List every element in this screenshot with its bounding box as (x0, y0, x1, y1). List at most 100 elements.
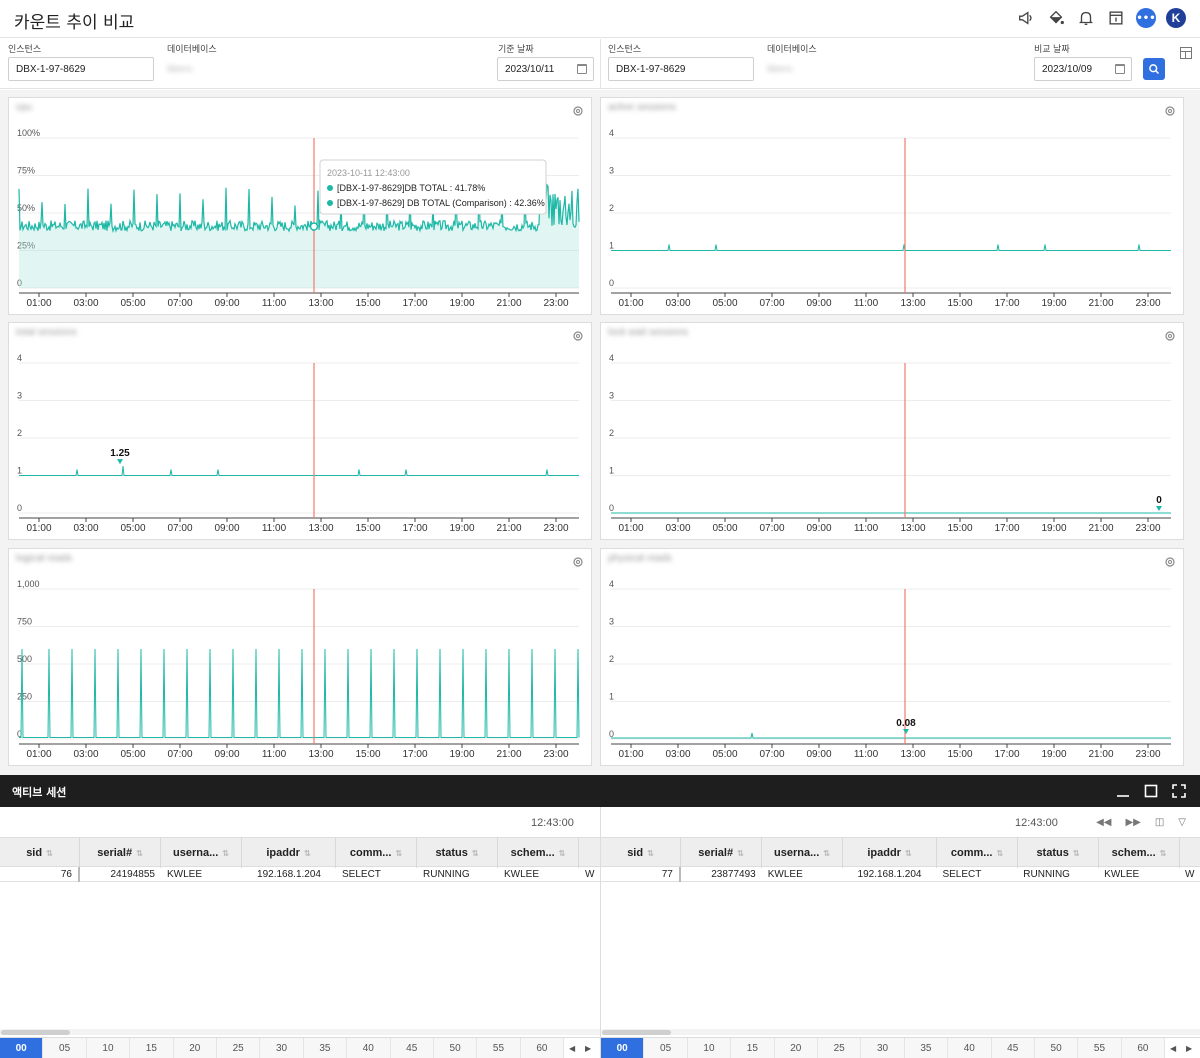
column-header[interactable]: status ⇅ (417, 838, 498, 868)
paint-bucket-icon[interactable] (1046, 8, 1066, 28)
pager-item[interactable]: 15 (130, 1038, 174, 1058)
pager-item[interactable]: 35 (303, 1038, 348, 1058)
x-tick-label: 17:00 (994, 749, 1019, 760)
minimize-icon[interactable] (1116, 783, 1130, 797)
sort-icon[interactable]: ⇅ (472, 849, 479, 858)
sort-icon[interactable]: ⇅ (1073, 849, 1080, 858)
horizontal-scrollbar[interactable] (0, 1029, 600, 1035)
column-header[interactable]: schem... ⇅ (1099, 838, 1180, 868)
pager-item[interactable]: 45 (390, 1038, 434, 1058)
pager-item[interactable]: 05 (644, 1038, 688, 1058)
pager-item[interactable]: 60 (1121, 1038, 1166, 1058)
pager-item[interactable]: 10 (687, 1038, 732, 1058)
pager-item[interactable]: 10 (86, 1038, 131, 1058)
search-button[interactable] (1143, 58, 1165, 80)
pager-next-icon[interactable]: ▶ (580, 1038, 596, 1058)
scrollbar-thumb[interactable] (1, 1030, 70, 1035)
instance-select[interactable]: DBX-1-97-8629 (608, 57, 754, 81)
megaphone-icon[interactable] (1016, 8, 1036, 28)
info-icon[interactable] (1106, 8, 1126, 28)
sort-icon[interactable]: ⇅ (905, 849, 912, 858)
pager-item[interactable]: 45 (991, 1038, 1035, 1058)
calendar-icon (1115, 64, 1125, 74)
y-tick-label: 0 (609, 503, 614, 513)
column-header[interactable]: sid ⇅ (0, 838, 80, 868)
sort-icon[interactable]: ⇅ (737, 849, 744, 858)
pager-item[interactable]: 55 (477, 1038, 521, 1058)
x-tick-label: 21:00 (496, 749, 521, 760)
horizontal-scrollbar[interactable] (601, 1029, 1200, 1035)
pager-item[interactable]: 30 (861, 1038, 905, 1058)
column-header[interactable]: status ⇅ (1018, 838, 1099, 868)
layout-icon[interactable] (1180, 47, 1192, 59)
database-value[interactable]: tibero (767, 64, 792, 75)
pager-item[interactable]: 00 (0, 1038, 44, 1058)
table-cell: 24194855 (110, 869, 156, 880)
column-header[interactable]: serial# ⇅ (681, 838, 762, 868)
x-tick-label: 09:00 (806, 298, 831, 309)
sort-icon[interactable]: ⇅ (647, 849, 654, 858)
maximize-icon[interactable] (1144, 783, 1158, 798)
pager-item[interactable]: 20 (774, 1038, 818, 1058)
pager-item[interactable]: 05 (43, 1038, 87, 1058)
forward-icon[interactable]: ▶▶ (1125, 817, 1140, 828)
sort-icon[interactable]: ⇅ (304, 849, 311, 858)
instance-label: 인스턴스 (608, 44, 642, 54)
pager-item[interactable]: 35 (904, 1038, 949, 1058)
sort-icon[interactable]: ⇅ (823, 849, 830, 858)
chat-icon[interactable]: ••• (1136, 8, 1156, 28)
sort-icon[interactable]: ⇅ (996, 849, 1003, 858)
x-tick-label: 23:00 (1135, 298, 1160, 309)
column-header[interactable]: comm... ⇅ (336, 838, 417, 868)
sort-icon[interactable]: ⇅ (395, 849, 402, 858)
column-header[interactable]: ipaddr ⇅ (242, 838, 336, 868)
column-header[interactable]: userna... ⇅ (161, 838, 242, 868)
annotation-marker (1156, 506, 1162, 511)
table-row[interactable]: 76 24194855 KWLEE 192.168.1.204 SELECT RUNNIN… (0, 867, 600, 882)
pager-prev-icon[interactable]: ◀ (564, 1038, 580, 1058)
pager-item[interactable]: 30 (260, 1038, 304, 1058)
database-value[interactable]: tibero (167, 64, 192, 75)
pager-item[interactable]: 60 (520, 1038, 565, 1058)
pager-item[interactable]: 55 (1078, 1038, 1122, 1058)
sort-icon[interactable]: ⇅ (559, 849, 566, 858)
y-tick-label: 1 (609, 692, 614, 702)
column-header[interactable]: ipaddr ⇅ (843, 838, 937, 868)
pager-item[interactable]: 25 (817, 1038, 862, 1058)
table-cell: KWLEE (1104, 869, 1140, 880)
sort-icon[interactable]: ⇅ (222, 849, 229, 858)
column-header[interactable]: serial# ⇅ (80, 838, 161, 868)
column-header[interactable]: comm... ⇅ (937, 838, 1018, 868)
pager-item[interactable]: 25 (216, 1038, 261, 1058)
pager-item[interactable]: 50 (1034, 1038, 1079, 1058)
sort-icon[interactable]: ⇅ (136, 849, 143, 858)
pager-item[interactable]: 15 (731, 1038, 775, 1058)
column-header[interactable]: userna... ⇅ (762, 838, 843, 868)
date-picker[interactable]: 2023/10/11 (497, 57, 594, 81)
column-header[interactable]: schem... ⇅ (498, 838, 579, 868)
scrollbar-thumb[interactable] (602, 1030, 671, 1035)
calendar-icon (577, 64, 587, 74)
sort-icon[interactable]: ⇅ (46, 849, 53, 858)
instance-select[interactable]: DBX-1-97-8629 (8, 57, 154, 81)
pager-item[interactable]: 50 (433, 1038, 478, 1058)
columns-icon[interactable]: ◫ (1155, 817, 1164, 828)
pager-item[interactable]: 20 (173, 1038, 217, 1058)
filter-icon[interactable]: ▽ (1178, 817, 1186, 828)
compare-date-picker[interactable]: 2023/10/09 (1034, 57, 1132, 81)
pager-prev-icon[interactable]: ◀ (1165, 1038, 1181, 1058)
fullscreen-icon[interactable] (1172, 783, 1186, 798)
instance-label: 인스턴스 (8, 44, 42, 54)
chart-svg: 0 1 2 3 4 01:00 03:00 05:00 07:00 09:00 11:00 13:00… (17, 353, 579, 534)
column-header[interactable]: sid ⇅ (601, 838, 681, 868)
pager-item[interactable]: 40 (948, 1038, 992, 1058)
pager-item[interactable]: 40 (347, 1038, 391, 1058)
avatar[interactable]: K (1166, 8, 1186, 28)
bell-icon[interactable] (1076, 8, 1096, 28)
rewind-icon[interactable]: ◀◀ (1096, 817, 1111, 828)
table-row[interactable]: 77 23877493 KWLEE 192.168.1.204 SELECT RUNNIN… (601, 867, 1200, 882)
pager-next-icon[interactable]: ▶ (1181, 1038, 1197, 1058)
pager-item[interactable]: 00 (601, 1038, 645, 1058)
sort-icon[interactable]: ⇅ (1160, 849, 1167, 858)
active-session-title: 액티브 세션 (12, 786, 67, 799)
